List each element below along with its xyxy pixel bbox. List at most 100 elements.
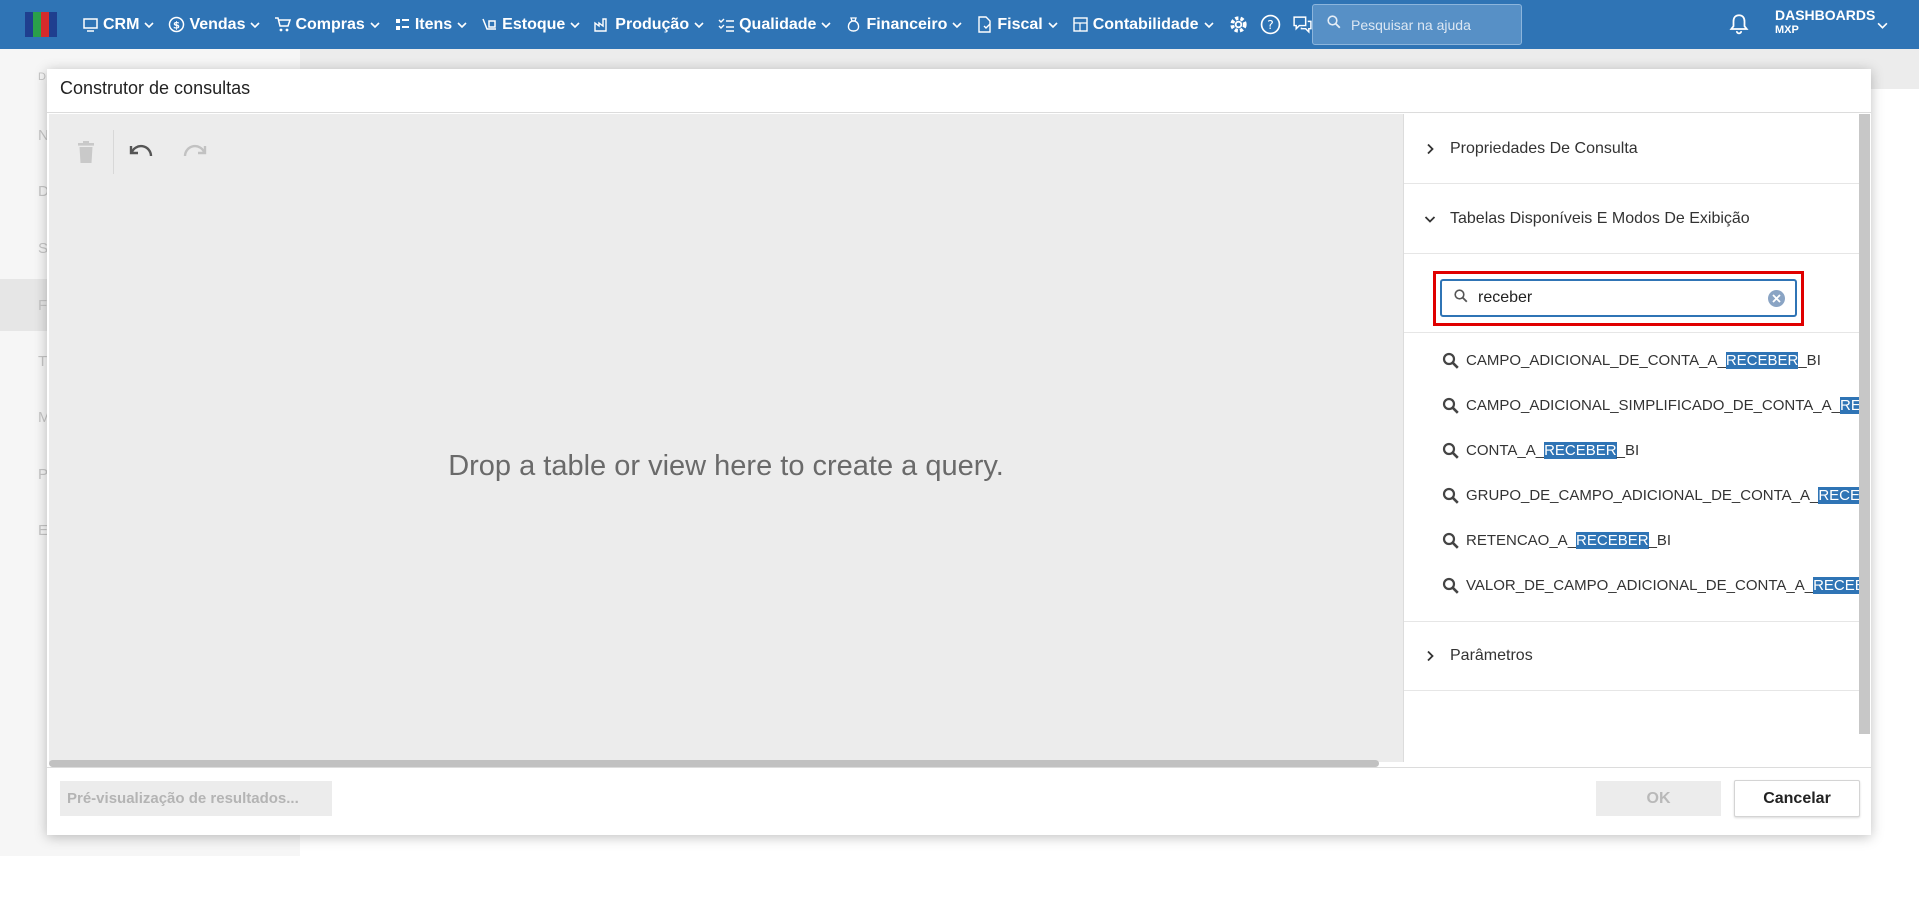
chevron-down-icon — [144, 20, 155, 30]
accordion-available-tables[interactable]: Tabelas Disponíveis E Modos De Exibição — [1404, 184, 1859, 254]
menu-financeiro-label: Financeiro — [866, 15, 948, 33]
ok-button[interactable]: OK — [1596, 781, 1721, 816]
list-item[interactable]: CAMPO_ADICIONAL_DE_CONTA_A_ RECEBER _BI — [1442, 338, 1859, 383]
menu-contabilidade[interactable]: Contabilidade — [1072, 16, 1214, 34]
fiscal-doc-icon — [976, 16, 993, 33]
chevron-down-icon — [1048, 20, 1058, 30]
search-highlight-frame — [1433, 271, 1804, 326]
menu-crm[interactable]: CRM — [82, 16, 155, 34]
background-text: F — [38, 297, 48, 314]
result-match-highlight: RECEBE — [1813, 577, 1859, 594]
menu-fiscal-label: Fiscal — [997, 15, 1043, 33]
menu-producao-label: Produção — [615, 15, 690, 33]
help-icon[interactable]: ? — [1260, 14, 1282, 36]
chevron-down-icon — [1424, 213, 1436, 225]
menu-fiscal[interactable]: Fiscal — [976, 15, 1058, 34]
result-text: CAMPO_ADICIONAL_SIMPLIFICADO_DE_CONTA_A_ — [1466, 397, 1840, 414]
canvas-toolbar — [59, 130, 222, 174]
list-item[interactable]: CAMPO_ADICIONAL_SIMPLIFICADO_DE_CONTA_A_… — [1442, 383, 1859, 428]
chevron-down-icon — [821, 20, 832, 30]
cart-icon — [274, 16, 292, 33]
crm-icon — [82, 16, 99, 33]
result-match-highlight: RECEBER — [1576, 532, 1649, 549]
menu-qualidade[interactable]: Qualidade — [718, 15, 832, 34]
table-results-list: CAMPO_ADICIONAL_DE_CONTA_A_ RECEBER _BI CA… — [1442, 338, 1859, 608]
menu-estoque[interactable]: Estoque — [481, 16, 580, 34]
app-logo[interactable] — [25, 12, 57, 37]
stock-icon — [481, 16, 498, 33]
menu-vendas-label: Vendas — [189, 15, 246, 33]
chat-icon[interactable] — [1292, 14, 1314, 36]
redo-button[interactable] — [168, 130, 222, 174]
accordion-label: Tabelas Disponíveis E Modos De Exibição — [1450, 209, 1750, 227]
drop-instruction: Drop a table or view here to create a qu… — [448, 450, 1004, 482]
trash-icon — [78, 141, 94, 163]
checklist-icon — [718, 16, 735, 33]
vertical-scrollbar[interactable] — [1859, 114, 1870, 734]
clear-search-icon[interactable] — [1768, 290, 1785, 307]
delete-button[interactable] — [59, 130, 113, 174]
result-text: VALOR_DE_CAMPO_ADICIONAL_DE_CONTA_A_ — [1466, 577, 1814, 594]
search-icon — [1442, 352, 1460, 370]
dashboards-selector[interactable]: DASHBOARDS MXP — [1775, 8, 1875, 38]
menu-itens-label: Itens — [414, 15, 453, 33]
result-match-highlight: RECEBER — [1725, 352, 1799, 369]
calculator-icon — [1072, 16, 1089, 33]
menu-estoque-label: Estoque — [502, 15, 566, 33]
chevron-right-icon — [1424, 143, 1436, 155]
menu-compras[interactable]: Compras — [274, 15, 380, 34]
search-icon — [1454, 288, 1468, 308]
chevron-down-icon — [570, 20, 580, 30]
background-text: T — [38, 353, 48, 370]
gear-icon[interactable] — [1228, 14, 1250, 36]
menu-producao[interactable]: Produção — [594, 16, 704, 34]
menu-qualidade-label: Qualidade — [739, 15, 817, 33]
help-search-input[interactable] — [1351, 16, 1511, 33]
cancel-button[interactable]: Cancelar — [1734, 780, 1860, 817]
query-canvas-dropzone[interactable]: Drop a table or view here to create a qu… — [49, 114, 1403, 762]
horizontal-scrollbar[interactable] — [49, 760, 1379, 767]
undo-icon — [129, 144, 153, 157]
query-properties-panel: Propriedades De Consulta Tabelas Disponí… — [1403, 114, 1871, 762]
chevron-down-icon — [694, 20, 704, 30]
table-search-input[interactable] — [1478, 289, 1768, 307]
menu-itens[interactable]: Itens — [394, 16, 467, 34]
chevron-down-icon[interactable] — [1877, 18, 1888, 36]
menu-vendas[interactable]: $ Vendas — [168, 15, 261, 34]
search-icon — [1442, 397, 1460, 415]
accordion-label: Parâmetros — [1450, 647, 1533, 664]
svg-text:?: ? — [1267, 17, 1274, 32]
background-text: D — [38, 71, 46, 83]
list-item[interactable]: CONTA_A_ RECEBER _BI — [1442, 428, 1859, 473]
result-text: RETENCAO_A_ — [1466, 532, 1577, 549]
top-navigation-bar: CRM $ Vendas Compras Itens Estoque Produ… — [0, 0, 1919, 49]
table-search-box[interactable] — [1440, 279, 1797, 317]
result-text: CONTA_A_ — [1466, 442, 1545, 459]
help-search-box[interactable] — [1312, 4, 1522, 45]
accordion-query-properties[interactable]: Propriedades De Consulta — [1404, 114, 1859, 184]
undo-button[interactable] — [114, 130, 168, 174]
main-menu: CRM $ Vendas Compras Itens Estoque Produ… — [82, 0, 1324, 49]
chevron-down-icon — [370, 20, 380, 30]
query-builder-dialog: Construtor de consultas Drop a table or … — [47, 69, 1871, 835]
search-icon — [1442, 532, 1460, 550]
result-text: CAMPO_ADICIONAL_DE_CONTA_A_ — [1466, 352, 1726, 369]
preview-results-button[interactable]: Pré-visualização de resultados... — [60, 781, 332, 816]
result-match-highlight: RE — [1840, 397, 1859, 414]
accordion-parameters[interactable]: Parâmetros — [1404, 621, 1859, 691]
result-match-highlight: RECEBER — [1544, 442, 1617, 459]
list-item[interactable]: VALOR_DE_CAMPO_ADICIONAL_DE_CONTA_A_ RECE… — [1442, 563, 1859, 608]
dialog-title: Construtor de consultas — [60, 78, 251, 98]
chevron-down-icon — [1203, 20, 1214, 30]
result-text: GRUPO_DE_CAMPO_ADICIONAL_DE_CONTA_A_ — [1466, 487, 1819, 504]
accordion-label: Propriedades De Consulta — [1450, 139, 1638, 157]
list-item[interactable]: GRUPO_DE_CAMPO_ADICIONAL_DE_CONTA_A_ RECE… — [1442, 473, 1859, 518]
bell-icon[interactable] — [1728, 13, 1750, 40]
menu-financeiro[interactable]: Financeiro — [845, 16, 962, 34]
chevron-down-icon — [250, 20, 261, 30]
result-text: _BI — [1648, 532, 1672, 549]
dashboards-sub-label: MXP — [1775, 24, 1799, 36]
result-text: _BI — [1616, 442, 1640, 459]
menu-compras-label: Compras — [295, 15, 365, 33]
list-item[interactable]: RETENCAO_A_ RECEBER _BI — [1442, 518, 1859, 563]
